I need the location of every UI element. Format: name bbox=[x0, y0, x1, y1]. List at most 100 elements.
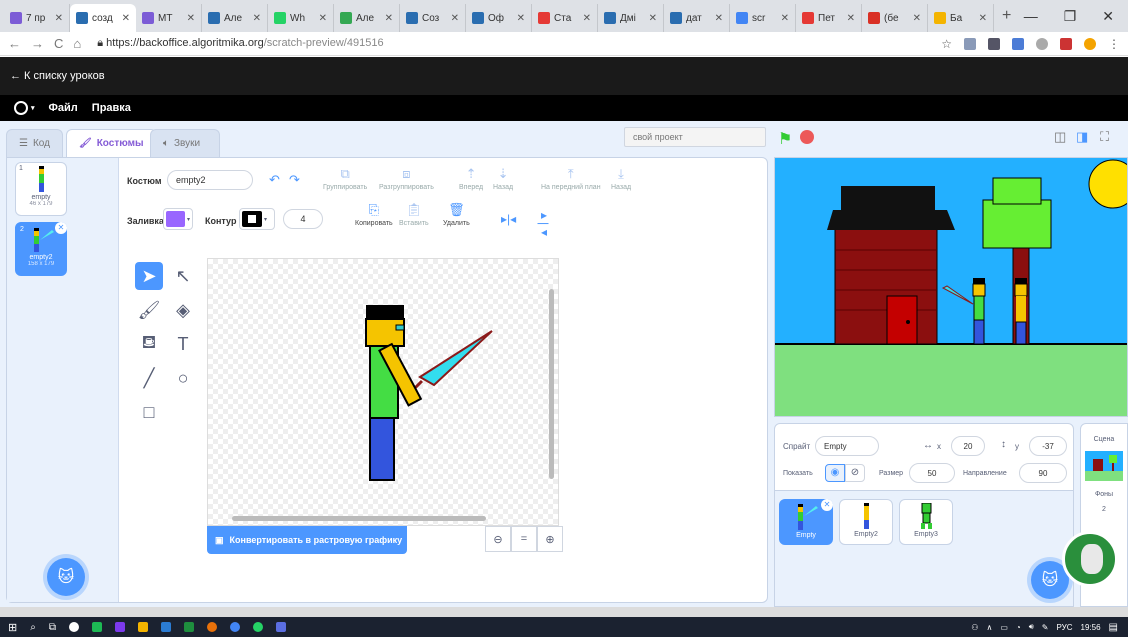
group-button[interactable]: ⧉ Группировать bbox=[323, 166, 367, 191]
green-flag-icon[interactable]: ⚑ bbox=[778, 129, 792, 149]
back-button[interactable]: ⤓ Назад bbox=[611, 166, 631, 191]
delete-button[interactable]: 🗑︎ Удалить bbox=[443, 202, 470, 227]
fill-tool[interactable]: ⛾ bbox=[135, 330, 163, 358]
browser-tab[interactable]: Wh ✕ bbox=[268, 4, 334, 32]
zoom-reset-button[interactable]: = bbox=[511, 526, 537, 552]
costume-item[interactable]: 1 empty 46 x 179 bbox=[15, 162, 67, 216]
notifications-icon[interactable]: ▤ bbox=[1109, 622, 1118, 633]
page-horizontal-scrollbar[interactable] bbox=[0, 607, 1128, 617]
browser-tab[interactable]: Соз ✕ bbox=[400, 4, 466, 32]
reload-icon[interactable]: C bbox=[54, 36, 63, 51]
language-menu[interactable]: ▾ bbox=[14, 101, 35, 115]
pen-icon[interactable]: ✎ bbox=[1042, 623, 1049, 632]
tab-close-icon[interactable]: ✕ bbox=[649, 13, 657, 24]
task-view-icon[interactable]: ⧉ bbox=[49, 622, 56, 633]
sprite-item[interactable]: Empty2 bbox=[839, 499, 893, 545]
browser-tab[interactable]: Але ✕ bbox=[334, 4, 400, 32]
taskbar-app-icon[interactable] bbox=[68, 622, 79, 632]
tab-close-icon[interactable]: ✕ bbox=[122, 13, 130, 24]
url-field[interactable]: 🔒︎ https://backoffice.algoritmika.org/sc… bbox=[97, 37, 383, 50]
people-icon[interactable]: ⚇ bbox=[971, 623, 978, 632]
windows-start-icon[interactable]: ⊞ bbox=[8, 621, 17, 634]
tab-close-icon[interactable]: ✕ bbox=[55, 13, 63, 24]
tab-close-icon[interactable]: ✕ bbox=[781, 13, 789, 24]
text-tool[interactable]: T bbox=[169, 330, 197, 358]
outline-width-input[interactable]: 4 bbox=[283, 209, 323, 229]
taskbar-app-icon[interactable] bbox=[137, 622, 148, 632]
extension-icon[interactable] bbox=[1012, 37, 1024, 50]
hide-eye-icon[interactable]: ⊘ bbox=[845, 464, 865, 482]
front-button[interactable]: ⤒ На передний план bbox=[541, 166, 601, 191]
browser-tab[interactable]: 7 пр ✕ bbox=[4, 4, 70, 32]
costume-name-input[interactable]: empty2 bbox=[167, 170, 253, 190]
tab-close-icon[interactable]: ✕ bbox=[583, 13, 591, 24]
y-input[interactable]: -37 bbox=[1029, 436, 1067, 456]
tab-close-icon[interactable]: ✕ bbox=[847, 13, 855, 24]
sprite-name-input[interactable]: Empty bbox=[815, 436, 879, 456]
select-tool[interactable]: ➤ bbox=[135, 262, 163, 290]
flip-vertical-icon[interactable]: ▸|◂ bbox=[537, 208, 551, 239]
taskbar-app-icon[interactable] bbox=[183, 622, 194, 632]
circle-tool[interactable]: ○ bbox=[169, 364, 197, 392]
browser-tab[interactable]: Пет ✕ bbox=[796, 4, 862, 32]
taskbar-app-icon[interactable] bbox=[252, 622, 263, 632]
new-tab-button[interactable]: + bbox=[1002, 7, 1011, 25]
tab-close-icon[interactable]: ✕ bbox=[451, 13, 459, 24]
horizontal-scrollbar[interactable] bbox=[232, 516, 486, 521]
search-icon[interactable]: ⌕ bbox=[30, 622, 36, 633]
taskbar-app-icon[interactable] bbox=[91, 622, 102, 632]
taskbar-app-icon[interactable] bbox=[206, 622, 217, 632]
language-indicator[interactable]: РУС bbox=[1056, 623, 1072, 632]
convert-to-bitmap-button[interactable]: ▣ Конвертировать в растровую графику bbox=[207, 526, 407, 554]
volume-icon[interactable]: 🔊︎ bbox=[1029, 622, 1034, 632]
eraser-tool[interactable]: ◈ bbox=[169, 296, 197, 324]
browser-tab[interactable]: дат ✕ bbox=[664, 4, 730, 32]
tab-close-icon[interactable]: ✕ bbox=[979, 13, 987, 24]
stage[interactable] bbox=[774, 157, 1128, 417]
sprite-item[interactable]: Empty3 bbox=[899, 499, 953, 545]
taskbar-app-icon[interactable] bbox=[275, 622, 286, 632]
network-icon[interactable]: ◔ bbox=[1016, 623, 1021, 632]
large-stage-icon[interactable]: ◨ bbox=[1076, 129, 1088, 145]
tab-close-icon[interactable]: ✕ bbox=[715, 13, 723, 24]
forward-icon[interactable]: → bbox=[31, 36, 44, 51]
brush-tool[interactable]: 🖌︎ bbox=[135, 296, 163, 324]
zoom-out-button[interactable]: ⊖ bbox=[485, 526, 511, 552]
flip-horizontal-icon[interactable]: ▸|◂ bbox=[501, 212, 516, 226]
browser-tab[interactable]: МТ ✕ bbox=[136, 4, 202, 32]
close-icon[interactable]: ✕ bbox=[1102, 8, 1114, 25]
vertical-scrollbar[interactable] bbox=[549, 289, 554, 479]
costume-item-selected[interactable]: 2 ✕ empty2 158 x 179 bbox=[15, 222, 67, 276]
delete-sprite-icon[interactable]: ✕ bbox=[821, 499, 833, 511]
size-input[interactable]: 50 bbox=[909, 463, 955, 483]
project-name-input[interactable]: свой проект bbox=[624, 127, 766, 147]
browser-tab[interactable]: Ста ✕ bbox=[532, 4, 598, 32]
fullscreen-icon[interactable]: ⛶ bbox=[1100, 129, 1109, 145]
show-eye-icon[interactable]: ◉ bbox=[825, 464, 845, 482]
browser-tab[interactable]: Оф ✕ bbox=[466, 4, 532, 32]
extension-icon[interactable] bbox=[988, 37, 1000, 50]
battery-icon[interactable]: ▭ bbox=[1000, 623, 1008, 632]
browser-tab[interactable]: Дмі ✕ bbox=[598, 4, 664, 32]
browser-tab[interactable]: Але ✕ bbox=[202, 4, 268, 32]
backward-button[interactable]: ⇣ Назад bbox=[493, 166, 513, 191]
tab-close-icon[interactable]: ✕ bbox=[913, 13, 921, 24]
small-stage-icon[interactable]: ◫ bbox=[1054, 129, 1066, 145]
browser-tab[interactable]: (бе ✕ bbox=[862, 4, 928, 32]
menu-file[interactable]: Файл bbox=[49, 102, 78, 114]
x-input[interactable]: 20 bbox=[951, 436, 985, 456]
tab-sounds[interactable]: 🔈︎ Звуки bbox=[150, 129, 220, 157]
zoom-in-button[interactable]: ⊕ bbox=[537, 526, 563, 552]
back-to-lessons-link[interactable]: ← К списку уроков bbox=[10, 70, 105, 82]
clock[interactable]: 19:56 bbox=[1081, 623, 1101, 632]
reshape-tool[interactable]: ↖ bbox=[169, 262, 197, 290]
back-icon[interactable]: ← bbox=[8, 36, 21, 51]
tab-close-icon[interactable]: ✕ bbox=[187, 13, 195, 24]
rectangle-tool[interactable]: □ bbox=[135, 398, 163, 426]
minimize-icon[interactable]: — bbox=[1024, 8, 1038, 24]
tab-costumes[interactable]: 🖌︎ Костюмы bbox=[66, 129, 157, 157]
chevron-up-icon[interactable]: ∧ bbox=[986, 623, 992, 632]
direction-input[interactable]: 90 bbox=[1019, 463, 1067, 483]
extension-icon[interactable] bbox=[1060, 37, 1072, 50]
drawing-canvas[interactable] bbox=[207, 258, 559, 526]
